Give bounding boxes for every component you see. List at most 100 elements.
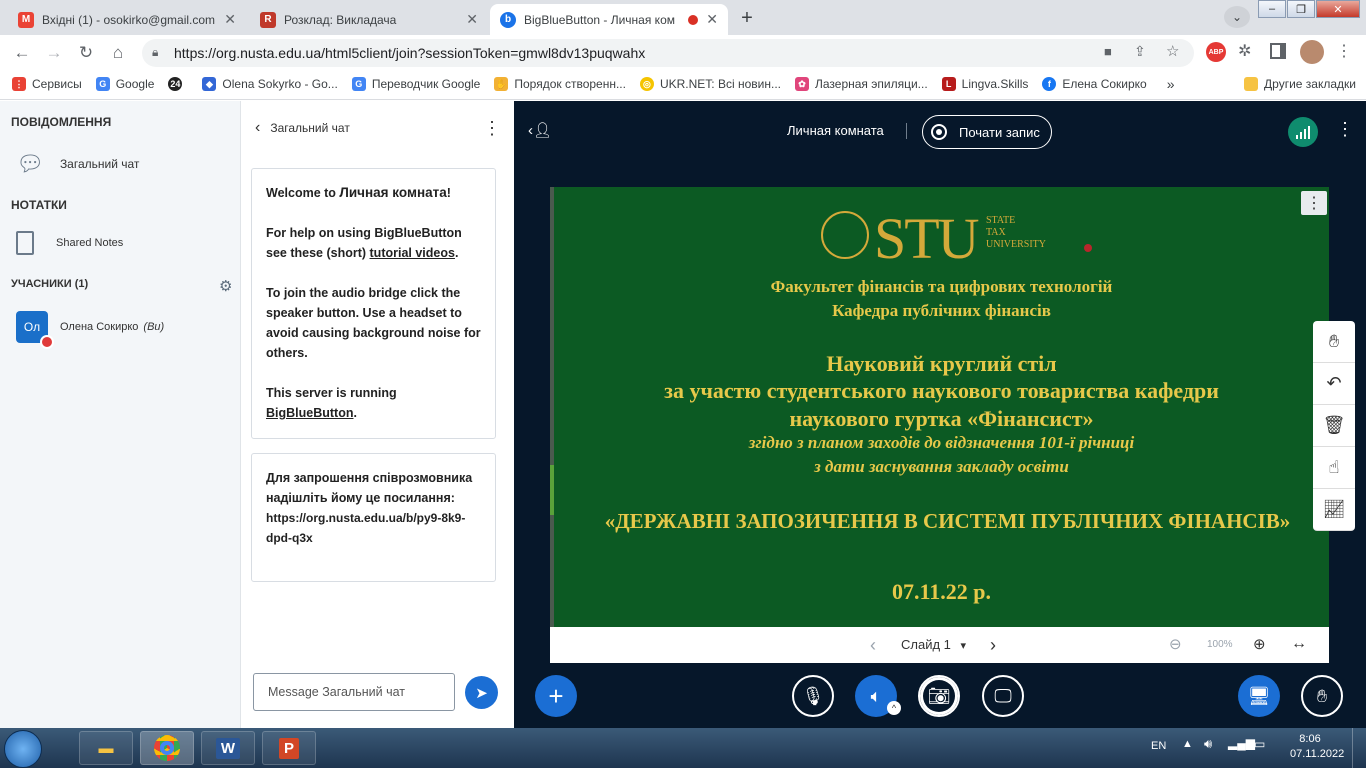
bigbluebutton-link[interactable]: BigBlueButton: [266, 406, 353, 420]
bookmark-translate[interactable]: G Переводчик Google: [351, 77, 480, 91]
users-section-title: УЧАСНИКИ (1): [11, 278, 89, 290]
minimize-button[interactable]: –: [1258, 0, 1286, 18]
taskbar-word[interactable]: W: [201, 731, 255, 765]
next-slide-button[interactable]: ›: [990, 635, 996, 656]
chat-message-input[interactable]: Message Загальний чат: [253, 673, 455, 711]
presentation-icon: 🖥︎: [1247, 685, 1271, 706]
bookmarks-bar: ⋮ Сервисы G Google 24 ◆ Olena Sokyrko - Go.…: [0, 69, 1366, 100]
audio-button[interactable]: 🔈︎ ^: [855, 675, 901, 717]
tab-search-button[interactable]: ⌄: [1224, 6, 1250, 28]
butterfly-icon: ✿: [795, 77, 809, 91]
presentation-toggle-button[interactable]: 🖥︎: [1238, 675, 1280, 717]
invite-link[interactable]: https://org.nusta.edu.ua/b/py9-8k9-dpd-q…: [266, 508, 481, 548]
language-indicator[interactable]: EN: [1151, 740, 1166, 752]
slide-date: 07.11.22 р.: [891, 579, 992, 604]
fit-width-button[interactable]: ↔: [1291, 635, 1307, 653]
recording-dot-icon: [688, 14, 699, 25]
side-panel-icon[interactable]: [1270, 43, 1286, 59]
share-screen-button[interactable]: 🖵: [982, 675, 1024, 717]
record-button[interactable]: Почати запис: [922, 115, 1052, 149]
tray-expand-icon[interactable]: ▲: [1182, 738, 1193, 750]
home-icon: ⌂: [112, 43, 124, 62]
maximize-button[interactable]: ❐: [1287, 0, 1315, 18]
notes-icon: [16, 231, 34, 255]
bookmark-poryadok[interactable]: ✋ Порядок створенн...: [494, 77, 626, 91]
options-menu-icon[interactable]: ⋮: [1336, 119, 1354, 140]
extensions-icon[interactable]: ✲: [1238, 41, 1251, 61]
tab-schedule[interactable]: R Розклад: Викладача ✕: [250, 4, 488, 35]
toggle-userlist-button[interactable]: ‹👤︎: [528, 121, 552, 139]
gear-icon[interactable]: ⚙︎: [219, 277, 232, 295]
undo-button[interactable]: ↶: [1313, 363, 1355, 405]
tab-bigbluebutton[interactable]: b BigBlueButton - Личная ком ✕: [490, 4, 728, 35]
zoom-out-button[interactable]: ⊖: [1169, 635, 1182, 653]
url-field[interactable]: 🔒︎ https://org.nusta.edu.ua/html5client/…: [142, 39, 1194, 67]
taskbar-chrome[interactable]: [140, 731, 194, 765]
chrome-icon: [154, 735, 180, 761]
slide-department: Кафедра публічних фінансів: [832, 301, 1051, 320]
previous-slide-button[interactable]: ‹: [870, 635, 876, 656]
action-center-icon[interactable]: ▭: [1254, 737, 1265, 751]
connection-status-button[interactable]: [1288, 117, 1318, 147]
close-icon[interactable]: ✕: [466, 11, 478, 28]
profile-avatar[interactable]: [1300, 40, 1324, 64]
new-tab-button[interactable]: +: [733, 6, 761, 30]
slide-side-marker: [550, 465, 554, 515]
slide-select[interactable]: Слайд 1 ▾: [901, 637, 966, 652]
send-icon: ➤: [475, 684, 488, 702]
logo-text: STU: [874, 206, 980, 271]
bookmark-ukrnet[interactable]: ◎ UKR.NET: Всі новин...: [639, 77, 781, 91]
back-button[interactable]: ←: [10, 41, 34, 65]
hand-tool-button[interactable]: ✋︎: [1313, 321, 1355, 363]
bookmarks-more-button[interactable]: »: [1167, 76, 1175, 92]
bookmark-google[interactable]: G Google: [95, 77, 154, 91]
apps-icon: ⋮: [12, 77, 26, 91]
raise-hand-button[interactable]: ✋︎: [1301, 675, 1343, 717]
bookmark-facebook[interactable]: f Елена Сокирко: [1042, 77, 1147, 91]
tutorial-videos-link[interactable]: tutorial videos: [370, 246, 455, 260]
whiteboard-toggle-button[interactable]: 📈︎: [1313, 489, 1355, 531]
multi-user-button[interactable]: ☝︎: [1313, 447, 1355, 489]
taskbar-explorer[interactable]: ▬: [79, 731, 133, 765]
bookmark-olena-sokyrko[interactable]: ◆ Olena Sokyrko - Go...: [202, 77, 338, 91]
share-icon[interactable]: ⇪: [1134, 43, 1146, 60]
chat-back-button[interactable]: ‹ Загальний чат: [255, 119, 350, 137]
forward-button[interactable]: →: [42, 41, 66, 65]
close-icon[interactable]: ✕: [224, 11, 236, 28]
presentation-toolbar: ‹ Слайд 1 ▾ › ⊖ 100% ⊕ ↔: [550, 627, 1329, 663]
start-button[interactable]: [4, 730, 42, 768]
other-bookmarks-folder[interactable]: Другие закладки: [1244, 77, 1356, 91]
clear-annotations-button[interactable]: 🗑︎: [1313, 405, 1355, 447]
chat-options-icon[interactable]: ⋮: [483, 118, 501, 139]
taskbar-powerpoint[interactable]: P: [262, 731, 316, 765]
reload-button[interactable]: ↻: [74, 41, 98, 65]
close-window-button[interactable]: ✕: [1316, 0, 1360, 18]
send-button[interactable]: ➤: [465, 676, 498, 709]
volume-icon[interactable]: 🔊︎: [1204, 736, 1212, 752]
network-icon[interactable]: ▂▄▆: [1228, 736, 1255, 750]
zoom-in-button[interactable]: ⊕: [1253, 635, 1266, 653]
share-webcam-button[interactable]: 📷︎: [918, 675, 960, 717]
kebab-menu-icon[interactable]: ⋮: [1336, 41, 1352, 61]
close-icon[interactable]: ✕: [706, 11, 718, 28]
bookmark-apps[interactable]: ⋮ Сервисы: [12, 77, 82, 91]
unmute-button[interactable]: 🎙︎: [792, 675, 834, 717]
home-button[interactable]: ⌂: [106, 41, 130, 65]
sidebar-item-public-chat[interactable]: 💬︎ Загальний чат: [16, 151, 139, 177]
actions-button[interactable]: +: [535, 675, 577, 717]
bookmark-laser[interactable]: ✿ Лазерная эпиляци...: [795, 77, 928, 91]
taskbar-clock[interactable]: 8:06 07.11.2022: [1290, 733, 1344, 760]
lingva-icon: L: [941, 77, 956, 91]
adblock-icon[interactable]: ABP: [1206, 42, 1226, 62]
bookmark-24[interactable]: 24: [168, 77, 188, 91]
camera-icon[interactable]: ■: [1104, 44, 1112, 59]
presentation-options-icon[interactable]: ⋮: [1301, 191, 1327, 215]
facebook-icon: f: [1042, 77, 1057, 91]
tab-gmail[interactable]: M Вхідні (1) - osokirko@gmail.com ✕: [8, 4, 246, 35]
star-icon[interactable]: ☆: [1166, 42, 1179, 60]
sidebar-item-shared-notes[interactable]: Shared Notes: [16, 231, 123, 255]
show-desktop-button[interactable]: [1352, 728, 1366, 768]
chevron-up-icon[interactable]: ^: [887, 701, 901, 715]
bookmark-lingva[interactable]: L Lingva.Skills: [941, 77, 1028, 91]
user-list-item[interactable]: Ол Олена Сокирко (Ви): [16, 311, 164, 349]
